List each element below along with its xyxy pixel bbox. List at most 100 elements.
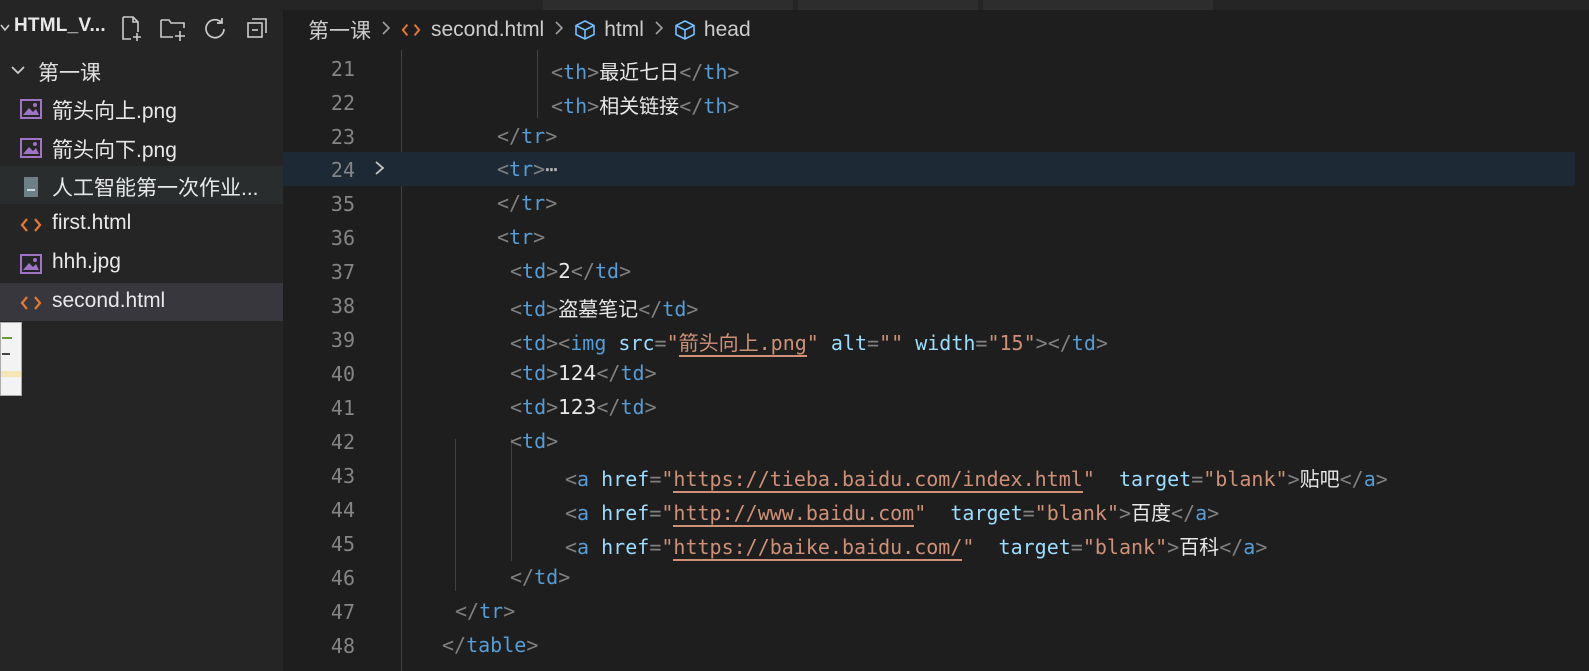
breadcrumb-node-label: html bbox=[604, 18, 644, 41]
code-line[interactable]: 40 <td>124</td> bbox=[283, 356, 1589, 390]
collapse-all-icon[interactable] bbox=[242, 13, 272, 43]
code-line[interactable]: 39 <td><img src="箭头向上.png" alt="" width=… bbox=[283, 322, 1589, 357]
breadcrumb-file[interactable]: second.html bbox=[401, 18, 544, 42]
line-number: 36 bbox=[330, 226, 355, 250]
file-item[interactable]: 箭头向下.png bbox=[0, 128, 283, 166]
file-item-active[interactable]: second.html bbox=[0, 283, 283, 321]
collapse-workspace-icon[interactable] bbox=[0, 20, 10, 39]
code-line[interactable]: 43 <a href="https://tieba.baidu.com/inde… bbox=[283, 458, 1589, 493]
workspace-title[interactable]: HTML_V... bbox=[14, 15, 106, 37]
breadcrumb-node-head[interactable]: head bbox=[674, 18, 751, 42]
code-line[interactable]: 22 <th>相关链接</th> bbox=[283, 85, 1589, 119]
image-preview-thumbnail bbox=[0, 322, 22, 396]
td-text: 123 bbox=[558, 395, 597, 419]
vertical-scrollbar[interactable] bbox=[1575, 50, 1589, 671]
td-text: 2 bbox=[558, 259, 571, 283]
chevron-down-icon bbox=[8, 60, 28, 84]
chevron-right-icon bbox=[381, 19, 391, 42]
line-number: 41 bbox=[330, 396, 355, 420]
image-file-icon bbox=[20, 254, 42, 274]
file-name: second.html bbox=[52, 289, 166, 312]
fold-chevron-right-icon[interactable] bbox=[373, 158, 387, 182]
html-file-icon bbox=[401, 21, 421, 39]
code-line-current[interactable]: 24 <tr>⋯ bbox=[283, 152, 1589, 186]
code-area[interactable]: 21 <th>最近七日</th> 22 <th>相关链接</th> 23 </t… bbox=[283, 50, 1589, 671]
line-number: 35 bbox=[330, 192, 355, 216]
code-line[interactable]: 47 </tr> bbox=[283, 594, 1589, 628]
file-name: hhh.jpg bbox=[52, 250, 121, 273]
line-number: 21 bbox=[330, 57, 355, 81]
line-number: 24 bbox=[330, 158, 355, 182]
line-number: 40 bbox=[330, 362, 355, 386]
file-item[interactable]: 箭头向上.png bbox=[0, 89, 283, 127]
img-src-link[interactable]: 箭头向上.png bbox=[678, 331, 807, 357]
new-folder-icon[interactable] bbox=[158, 13, 188, 43]
refresh-icon[interactable] bbox=[200, 13, 230, 43]
folded-ellipsis[interactable]: ⋯ bbox=[545, 157, 557, 181]
code-line[interactable]: 46 </td> bbox=[283, 560, 1589, 594]
breadcrumb-folder[interactable]: 第一课 bbox=[308, 15, 371, 45]
code-editor[interactable]: 第一课 second.html html head 21 <th>最近七日</t… bbox=[283, 0, 1589, 671]
image-file-icon bbox=[20, 99, 42, 119]
explorer-sidebar: HTML_V... 第一课 箭头向上.png 箭头向下.png 人工智能第一次作… bbox=[0, 0, 283, 671]
folder-row[interactable]: 第一课 bbox=[0, 53, 283, 89]
folder-name: 第一课 bbox=[38, 61, 101, 85]
breadcrumb-file-label: second.html bbox=[431, 18, 545, 41]
code-line[interactable]: 36 <tr> bbox=[283, 220, 1589, 254]
line-number: 43 bbox=[330, 464, 355, 488]
td-text: 盗墓笔记 bbox=[558, 297, 639, 321]
line-number: 38 bbox=[330, 294, 355, 318]
link-text: 百科 bbox=[1179, 535, 1220, 559]
code-line[interactable]: 23 </tr> bbox=[283, 119, 1589, 153]
new-file-icon[interactable] bbox=[116, 13, 146, 43]
line-number: 48 bbox=[330, 634, 355, 658]
line-number: 37 bbox=[330, 260, 355, 284]
breadcrumb-node-html[interactable]: html bbox=[574, 18, 644, 42]
img-width-value: 15 bbox=[999, 331, 1024, 355]
explorer-header: HTML_V... bbox=[0, 0, 283, 57]
tab-strip bbox=[283, 0, 1589, 10]
href-link[interactable]: https://baike.baidu.com/ bbox=[673, 535, 963, 561]
file-name: first.html bbox=[52, 211, 132, 234]
chevron-right-icon bbox=[654, 19, 664, 42]
th-text: 最近七日 bbox=[599, 60, 680, 84]
code-line[interactable]: 41 <td>123</td> bbox=[283, 390, 1589, 424]
cube-icon bbox=[674, 19, 696, 41]
code-line[interactable]: 48 </table> bbox=[283, 628, 1589, 662]
td-text: 124 bbox=[558, 361, 597, 385]
line-number: 47 bbox=[330, 600, 355, 624]
line-number: 23 bbox=[330, 125, 355, 149]
target-value: blank bbox=[1215, 467, 1276, 491]
code-line[interactable]: 38 <td>盗墓笔记</td> bbox=[283, 288, 1589, 322]
line-number: 45 bbox=[330, 532, 355, 556]
cube-icon bbox=[574, 19, 596, 41]
image-file-icon bbox=[20, 138, 42, 158]
file-name: 箭头向下.png bbox=[52, 139, 177, 162]
line-number: 39 bbox=[330, 328, 355, 352]
html-file-icon bbox=[20, 293, 42, 313]
line-number: 42 bbox=[330, 430, 355, 454]
explorer-actions bbox=[116, 13, 272, 43]
line-number: 44 bbox=[330, 498, 355, 522]
target-value: blank bbox=[1094, 535, 1156, 559]
chevron-right-icon bbox=[554, 19, 564, 42]
document-file-icon bbox=[20, 176, 42, 197]
th-text: 相关链接 bbox=[599, 94, 680, 118]
code-line[interactable]: 45 <a href="https://baike.baidu.com/" ta… bbox=[283, 526, 1589, 561]
file-item[interactable]: first.html bbox=[0, 205, 283, 243]
file-name: 人工智能第一次作业... bbox=[52, 177, 259, 200]
code-line[interactable]: 37 <td>2</td> bbox=[283, 254, 1589, 288]
file-item[interactable]: hhh.jpg bbox=[0, 244, 283, 282]
code-line[interactable]: 44 <a href="http://www.baidu.com" target… bbox=[283, 492, 1589, 527]
code-line[interactable]: 35 </tr> bbox=[283, 186, 1589, 220]
target-value: blank bbox=[1046, 501, 1107, 525]
link-text: 百度 bbox=[1131, 501, 1172, 525]
href-link[interactable]: http://www.baidu.com bbox=[673, 501, 915, 527]
file-item[interactable]: 人工智能第一次作业... bbox=[0, 166, 283, 204]
href-link[interactable]: https://tieba.baidu.com/index.html bbox=[673, 467, 1083, 493]
breadcrumb-node-label: head bbox=[703, 18, 751, 41]
file-name: 箭头向上.png bbox=[52, 100, 177, 123]
code-line[interactable]: 42 <td> bbox=[283, 424, 1589, 458]
breadcrumb: 第一课 second.html html head bbox=[283, 10, 1589, 50]
code-line[interactable]: 21 <th>最近七日</th> bbox=[283, 51, 1589, 85]
